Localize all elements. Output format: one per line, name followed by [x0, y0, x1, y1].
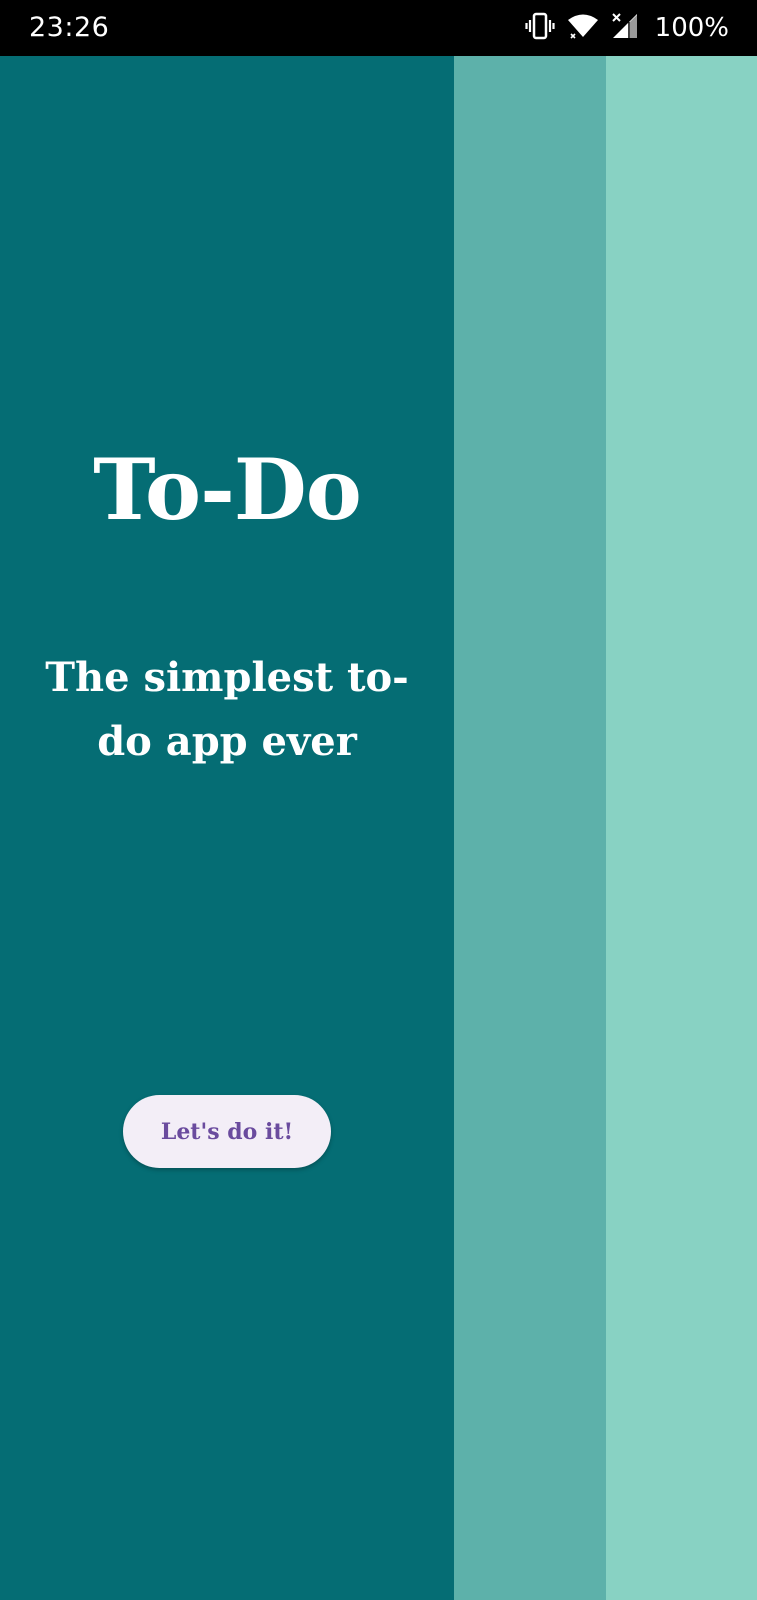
app-subtitle: The simplest to-do app ever [45, 654, 409, 765]
welcome-screen: To-Do The simplest to-do app ever Let's … [0, 56, 757, 1600]
app-title: To-Do [93, 440, 362, 539]
battery-percentage: 100% [654, 13, 729, 43]
decorative-stripe-right [606, 56, 757, 1600]
decorative-stripe-middle [454, 56, 606, 1600]
main-panel: To-Do The simplest to-do app ever Let's … [0, 56, 454, 1600]
status-icons: 100% [525, 10, 729, 46]
wifi-icon [567, 12, 599, 44]
status-time: 23:26 [29, 12, 110, 43]
signal-icon [611, 12, 639, 44]
vibrate-icon [525, 11, 555, 45]
status-bar: 23:26 100% [0, 0, 757, 56]
lets-do-it-button[interactable]: Let's do it! [123, 1095, 331, 1168]
